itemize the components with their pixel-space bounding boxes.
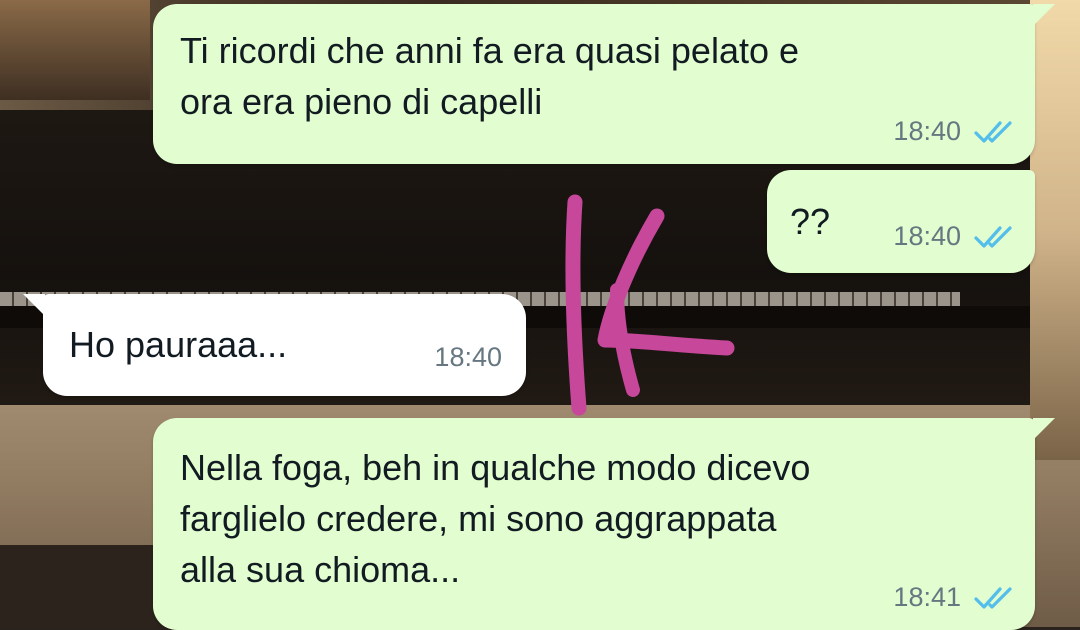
message-time: 18:40 <box>434 342 502 372</box>
message-bubble-outgoing[interactable]: ?? 18:40 <box>767 170 1035 273</box>
double-check-read-icon <box>973 225 1017 249</box>
message-meta: 18:40 <box>893 221 1017 252</box>
bubble-tail <box>23 294 45 316</box>
message-text: Nella foga, beh in qualche modo dicevo f… <box>180 447 811 590</box>
message-text: ?? <box>790 201 831 242</box>
wallpaper-floor-shadow <box>0 545 170 627</box>
message-time: 18:40 <box>893 116 961 146</box>
wallpaper-shelf <box>0 0 150 100</box>
message-text: Ti ricordi che anni fa era quasi pelato … <box>180 30 800 122</box>
message-meta: 18:41 <box>893 582 1017 613</box>
message-meta: 18:40 <box>893 116 1017 147</box>
message-bubble-outgoing[interactable]: Nella foga, beh in qualche modo dicevo f… <box>153 418 1035 630</box>
scribble-annotation <box>565 194 735 416</box>
wallpaper-window <box>1030 0 1080 460</box>
bubble-tail <box>1033 418 1055 440</box>
message-time: 18:41 <box>893 582 961 612</box>
message-bubble-outgoing[interactable]: Ti ricordi che anni fa era quasi pelato … <box>153 4 1035 164</box>
message-text: Ho pauraaa... <box>69 324 288 365</box>
message-meta: 18:40 <box>434 342 502 373</box>
message-time: 18:40 <box>893 221 961 251</box>
double-check-read-icon <box>973 586 1017 610</box>
bubble-tail <box>1033 4 1055 26</box>
message-bubble-incoming[interactable]: Ho pauraaa... 18:40 <box>43 294 526 396</box>
double-check-read-icon <box>973 120 1017 144</box>
